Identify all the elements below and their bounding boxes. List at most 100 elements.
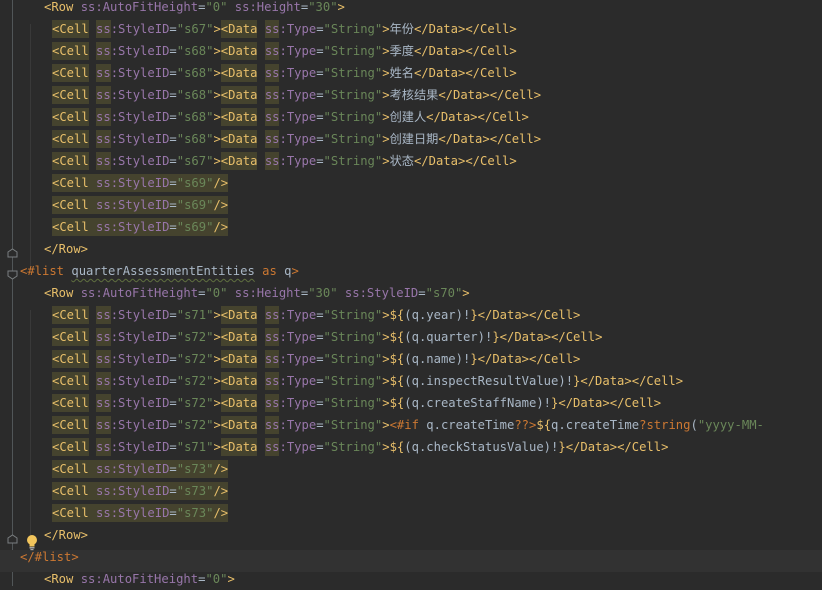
- token-tag: </Data>: [438, 132, 490, 146]
- token-attr: ss:Type: [264, 88, 317, 102]
- token-str: "s67": [176, 154, 214, 168]
- token-str: "yyyy-MM-: [697, 418, 764, 432]
- token-tag: </Data>: [558, 396, 610, 410]
- code-line[interactable]: <Cell ss:StyleID="s69"/>: [52, 216, 228, 238]
- code-line[interactable]: </Row>: [44, 524, 88, 546]
- token-attr: ss:StyleID: [96, 220, 170, 234]
- token-ftl: as: [262, 264, 277, 278]
- token-txt: =: [169, 220, 177, 234]
- token-str: "s72": [176, 418, 214, 432]
- token-tag: >: [382, 44, 390, 58]
- code-line[interactable]: <Cell ss:StyleID="s72"><Data ss:Type="St…: [52, 414, 764, 436]
- code-line[interactable]: <Row ss:AutoFitHeight="0" ss:Height="30"…: [44, 0, 345, 18]
- token-str: "String": [323, 352, 383, 366]
- token-tag: <Data: [220, 352, 265, 366]
- editor-gutter[interactable]: [0, 0, 20, 586]
- token-tag: >: [213, 154, 221, 168]
- token-attr: ss:Type: [264, 440, 317, 454]
- token-attr: ss:Type: [264, 308, 317, 322]
- token-attr: ss:AutoFitHeight: [80, 286, 199, 300]
- token-txt: 季度: [389, 44, 414, 58]
- token-tag: >: [213, 308, 221, 322]
- code-line[interactable]: <Cell ss:StyleID="s68"><Data ss:Type="St…: [52, 84, 541, 106]
- token-attr: ss:StyleID: [96, 44, 170, 58]
- token-txt: =: [316, 330, 324, 344]
- token-txt: 状态: [389, 154, 414, 168]
- token-tag: <Cell: [52, 506, 97, 520]
- code-line[interactable]: <Cell ss:StyleID="s73"/>: [52, 458, 228, 480]
- token-txt: =: [316, 418, 324, 432]
- code-line[interactable]: <Cell ss:StyleID="s68"><Data ss:Type="St…: [52, 106, 529, 128]
- code-line[interactable]: <Cell ss:StyleID="s72"><Data ss:Type="St…: [52, 348, 580, 370]
- token-txt: =: [316, 132, 324, 146]
- token-ftl: </#list>: [20, 550, 79, 564]
- token-txt: =: [169, 22, 177, 36]
- token-tag: <Data: [220, 154, 265, 168]
- token-tag: <Data: [220, 88, 265, 102]
- token-tag: </Cell>: [617, 440, 669, 454]
- token-tag: <Data: [220, 308, 265, 322]
- token-tag: <Cell: [52, 374, 97, 388]
- token-txt: =: [169, 198, 177, 212]
- code-line[interactable]: <Cell ss:StyleID="s67"><Data ss:Type="St…: [52, 18, 517, 40]
- token-dollar: }: [470, 308, 478, 322]
- code-line[interactable]: <Cell ss:StyleID="s71"><Data ss:Type="St…: [52, 436, 668, 458]
- token-str: "String": [323, 110, 383, 124]
- token-ftl: ?string: [639, 418, 691, 432]
- fold-marker-icon[interactable]: [7, 248, 18, 258]
- token-txt: =: [169, 440, 177, 454]
- token-attr: ss:Type: [264, 374, 317, 388]
- token-tag: />: [213, 198, 229, 212]
- code-line[interactable]: <Cell ss:StyleID="s68"><Data ss:Type="St…: [52, 62, 517, 84]
- token-txt: =: [169, 462, 177, 476]
- token-txt: =: [169, 110, 177, 124]
- token-tag: <Row: [44, 572, 81, 586]
- token-attr: ss:StyleID: [96, 462, 170, 476]
- code-line[interactable]: <Row ss:AutoFitHeight="0" ss:Height="30"…: [44, 282, 470, 304]
- token-tag: >: [382, 154, 390, 168]
- code-line[interactable]: <Row ss:AutoFitHeight="0">: [44, 568, 235, 590]
- token-attr: ss:Type: [264, 330, 317, 344]
- code-line[interactable]: <Cell ss:StyleID="s71"><Data ss:Type="St…: [52, 304, 580, 326]
- token-str: "String": [323, 330, 383, 344]
- code-line[interactable]: <Cell ss:StyleID="s68"><Data ss:Type="St…: [52, 40, 517, 62]
- code-line[interactable]: <#list quarterAssessmentEntities as q>: [20, 260, 299, 282]
- token-dollar: ${: [389, 440, 405, 454]
- token-tag: </Cell>: [631, 374, 684, 388]
- code-line[interactable]: </Row>: [44, 238, 88, 260]
- code-line[interactable]: <Cell ss:StyleID="s68"><Data ss:Type="St…: [52, 128, 541, 150]
- code-line[interactable]: <Cell ss:StyleID="s72"><Data ss:Type="St…: [52, 370, 683, 392]
- code-line[interactable]: <Cell ss:StyleID="s67"><Data ss:Type="St…: [52, 150, 517, 172]
- code-line[interactable]: <Cell ss:StyleID="s69"/>: [52, 194, 228, 216]
- code-line[interactable]: <Cell ss:StyleID="s73"/>: [52, 502, 228, 524]
- token-tag: >: [462, 286, 470, 300]
- token-str: "s72": [176, 396, 214, 410]
- token-tag: </Row>: [44, 242, 89, 256]
- token-tag: </Row>: [44, 528, 89, 542]
- fold-marker-icon[interactable]: [7, 534, 18, 544]
- token-tag: >: [213, 66, 221, 80]
- token-tag: >: [382, 88, 390, 102]
- token-txt: =: [316, 88, 324, 102]
- code-line[interactable]: <Cell ss:StyleID="s72"><Data ss:Type="St…: [52, 392, 661, 414]
- code-editor[interactable]: <Row ss:AutoFitHeight = "0" ss:Height = "30"…: [0, 0, 822, 586]
- token-txt: =: [316, 44, 324, 58]
- token-tag: <Cell: [52, 308, 97, 322]
- token-tag: <Data: [220, 132, 265, 146]
- token-str: "s70": [425, 286, 463, 300]
- token-txt: =: [316, 110, 324, 124]
- token-txt: =: [169, 484, 177, 498]
- token-dollar: ${: [536, 418, 552, 432]
- token-tag: <Cell: [52, 462, 97, 476]
- token-dollar: }: [492, 330, 500, 344]
- token-tag: </Data>: [477, 352, 530, 366]
- token-tag: >: [213, 396, 221, 410]
- fold-marker-icon[interactable]: [7, 270, 18, 280]
- lightbulb-icon[interactable]: [24, 533, 40, 551]
- code-line[interactable]: <Cell ss:StyleID="s73"/>: [52, 480, 228, 502]
- token-attr: ss:StyleID: [96, 198, 170, 212]
- token-txt: (q.checkStatusValue)!: [404, 440, 559, 454]
- code-line[interactable]: <Cell ss:StyleID="s72"><Data ss:Type="St…: [52, 326, 602, 348]
- code-line[interactable]: <Cell ss:StyleID="s69"/>: [52, 172, 228, 194]
- token-ftl: ??: [514, 418, 530, 432]
